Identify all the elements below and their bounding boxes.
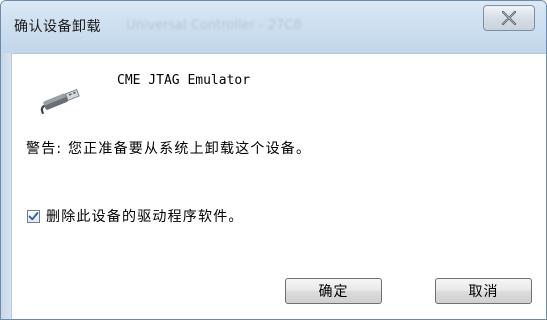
dialog-content: CME JTAG Emulator 警告: 您正准备要从系统上卸载这个设备。 删…: [12, 54, 546, 319]
close-x-icon: [501, 10, 517, 26]
device-name: CME JTAG Emulator: [117, 73, 251, 88]
delete-driver-option[interactable]: 删除此设备的驱动程序软件。: [27, 206, 244, 226]
checkmark-icon: [28, 211, 39, 220]
usb-plug-icon: [40, 88, 80, 114]
title-bar[interactable]: 确认设备卸载 Universal Controller - 27C8: [1, 1, 546, 54]
cancel-button[interactable]: 取消: [435, 278, 532, 304]
background-window-title: Universal Controller - 27C8: [126, 18, 302, 33]
delete-driver-checkbox[interactable]: [27, 209, 40, 223]
window-frame-left: [1, 53, 12, 319]
delete-driver-label: 删除此设备的驱动程序软件。: [46, 209, 244, 225]
uninstall-device-dialog: 确认设备卸载 Universal Controller - 27C8 CME J…: [0, 0, 547, 320]
dialog-title: 确认设备卸载: [14, 19, 101, 35]
close-button[interactable]: [483, 5, 535, 31]
ok-button[interactable]: 确定: [285, 278, 382, 304]
warning-message: 警告: 您正准备要从系统上卸载这个设备。: [26, 141, 312, 157]
